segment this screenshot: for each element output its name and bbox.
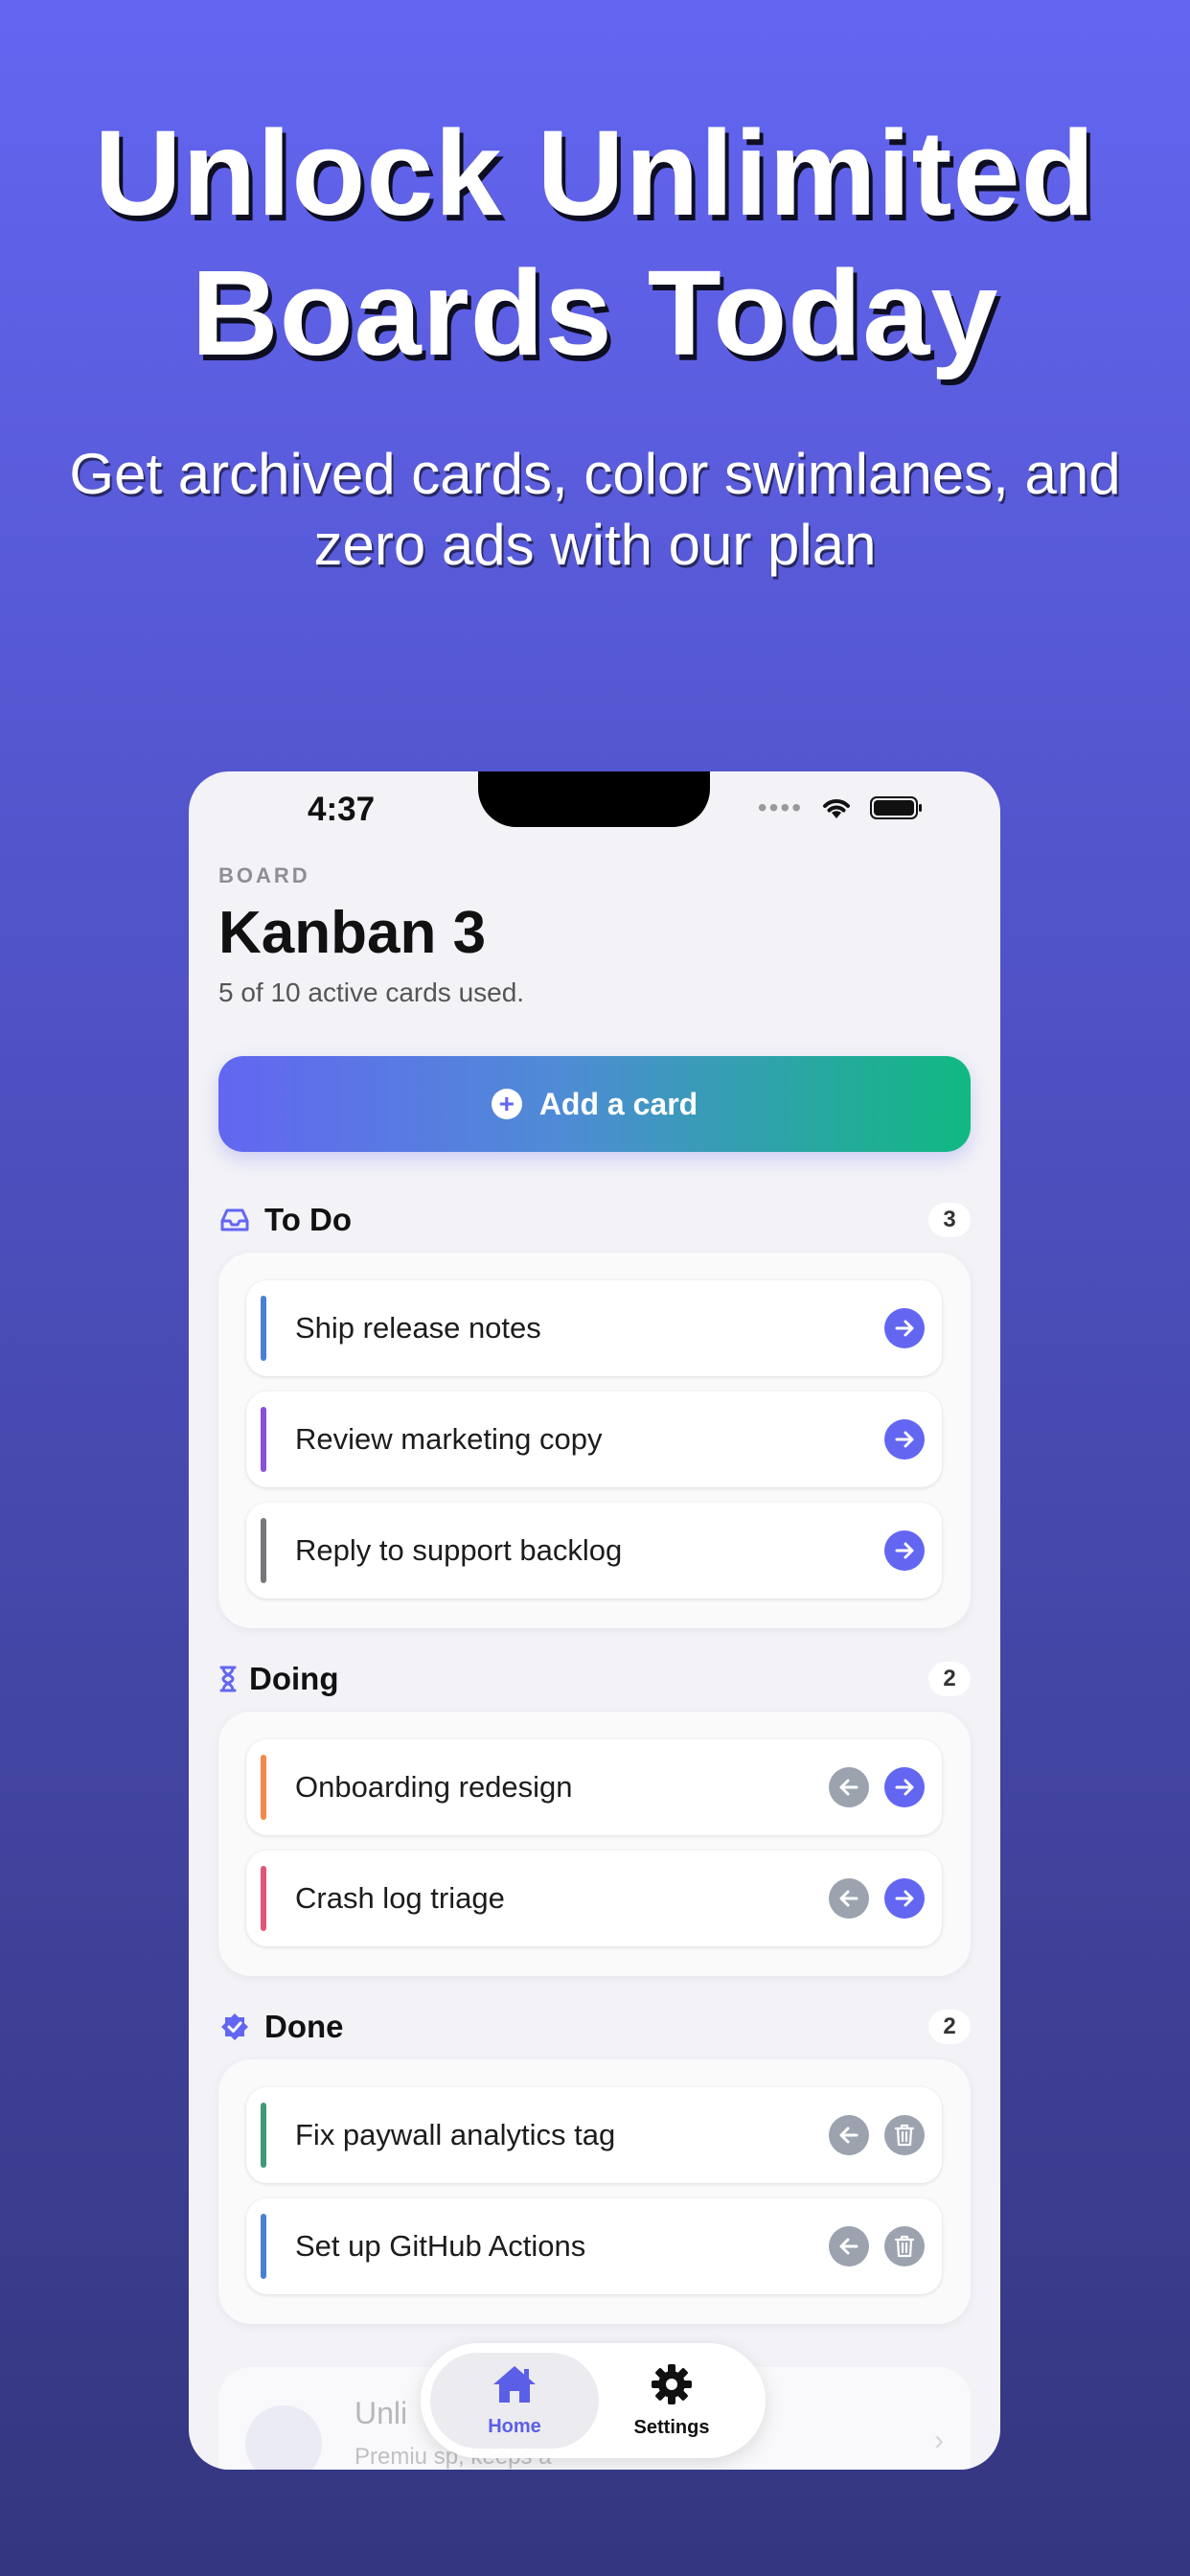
headline-line-2: Boards Today bbox=[191, 245, 999, 380]
gear-icon bbox=[650, 2362, 694, 2411]
move-back-button[interactable] bbox=[829, 1767, 869, 1807]
add-card-button[interactable]: + Add a card bbox=[218, 1056, 971, 1152]
lane-done: Fix paywall analytics tag Set up GitHub … bbox=[218, 2059, 971, 2324]
battery-icon bbox=[870, 795, 924, 820]
delete-button[interactable] bbox=[884, 2115, 925, 2155]
dynamic-island bbox=[478, 771, 710, 827]
card-title: Review marketing copy bbox=[295, 1422, 603, 1456]
card-color-bar bbox=[261, 1755, 266, 1820]
board-usage: 5 of 10 active cards used. bbox=[218, 978, 525, 1007]
move-forward-button[interactable] bbox=[884, 1878, 925, 1919]
move-forward-button[interactable] bbox=[884, 1308, 925, 1348]
hourglass-icon bbox=[218, 1663, 238, 1695]
card-item[interactable]: Review marketing copy bbox=[246, 1392, 942, 1487]
tab-home[interactable]: Home bbox=[430, 2353, 599, 2449]
card-title: Reply to support backlog bbox=[295, 1533, 623, 1567]
status-icons: •••• bbox=[758, 793, 924, 823]
section-count-done: 2 bbox=[928, 2010, 971, 2044]
card-color-bar bbox=[261, 1407, 266, 1472]
boards-illustration-icon bbox=[245, 2405, 322, 2470]
section-header-todo: To Do 3 bbox=[218, 1199, 971, 1241]
card-title: Ship release notes bbox=[295, 1311, 541, 1345]
card-title: Fix paywall analytics tag bbox=[295, 2118, 616, 2151]
move-back-button[interactable] bbox=[829, 1878, 869, 1919]
subhead-line-2: zero ads with our plan bbox=[313, 513, 877, 577]
tab-settings-label: Settings bbox=[633, 2417, 710, 2438]
board-label: BOARD bbox=[218, 863, 310, 887]
section-title-done: Done bbox=[264, 2009, 344, 2044]
card-color-bar bbox=[261, 1296, 266, 1361]
move-back-button[interactable] bbox=[829, 2115, 869, 2155]
delete-button[interactable] bbox=[884, 2226, 925, 2266]
inbox-icon bbox=[218, 1204, 251, 1236]
lane-todo: Ship release notes Review marketing copy… bbox=[218, 1253, 971, 1628]
house-icon bbox=[491, 2363, 538, 2410]
section-title-todo: To Do bbox=[264, 1202, 353, 1237]
section-title-doing: Doing bbox=[249, 1661, 339, 1696]
move-forward-button[interactable] bbox=[884, 1767, 925, 1807]
upsell-title: Unli bbox=[355, 2396, 408, 2430]
card-item[interactable]: Ship release notes bbox=[246, 1280, 942, 1376]
section-count-doing: 2 bbox=[928, 1662, 971, 1696]
card-title: Set up GitHub Actions bbox=[295, 2229, 586, 2263]
section-header-done: Done 2 bbox=[218, 2006, 971, 2048]
card-color-bar bbox=[261, 2103, 266, 2168]
move-forward-button[interactable] bbox=[884, 1530, 925, 1571]
card-item[interactable]: Onboarding redesign bbox=[246, 1739, 942, 1835]
phone-screen: 4:37 •••• BOARD Kanban 3 5 of 10 active … bbox=[189, 771, 1000, 2470]
wifi-icon bbox=[820, 795, 853, 820]
card-title: Crash log triage bbox=[295, 1881, 505, 1915]
section-header-doing: Doing 2 bbox=[218, 1658, 971, 1700]
add-card-label: Add a card bbox=[538, 1086, 698, 1121]
promo-subhead: Get archived cards, color swimlanes, and… bbox=[38, 439, 1152, 581]
section-count-todo: 3 bbox=[928, 1203, 971, 1237]
move-forward-button[interactable] bbox=[884, 1419, 925, 1460]
checkmark-seal-icon bbox=[218, 2011, 251, 2043]
card-item[interactable]: Fix paywall analytics tag bbox=[246, 2087, 942, 2183]
status-time: 4:37 bbox=[308, 791, 376, 828]
plus-circle-icon: + bbox=[491, 1089, 522, 1119]
tab-bar: Home Settings bbox=[421, 2343, 766, 2458]
card-color-bar bbox=[261, 1866, 266, 1931]
card-color-bar bbox=[261, 2214, 266, 2279]
card-item[interactable]: Set up GitHub Actions bbox=[246, 2198, 942, 2294]
tab-home-label: Home bbox=[488, 2416, 541, 2437]
chevron-right-icon: › bbox=[934, 2425, 944, 2456]
board-title: Kanban 3 bbox=[218, 900, 487, 966]
card-item[interactable]: Crash log triage bbox=[246, 1851, 942, 1946]
headline-line-1: Unlock Unlimited bbox=[94, 105, 1096, 241]
card-item[interactable]: Reply to support backlog bbox=[246, 1503, 942, 1598]
card-color-bar bbox=[261, 1518, 266, 1583]
signal-dots-icon: •••• bbox=[757, 793, 803, 822]
tab-settings[interactable]: Settings bbox=[587, 2353, 756, 2449]
promo-headline: Unlock Unlimited Boards Today bbox=[0, 104, 1190, 383]
move-back-button[interactable] bbox=[829, 2226, 869, 2266]
subhead-line-1: Get archived cards, color swimlanes, and bbox=[69, 442, 1121, 506]
card-title: Onboarding redesign bbox=[295, 1770, 573, 1804]
lane-doing: Onboarding redesign Crash log triage bbox=[218, 1712, 971, 1976]
